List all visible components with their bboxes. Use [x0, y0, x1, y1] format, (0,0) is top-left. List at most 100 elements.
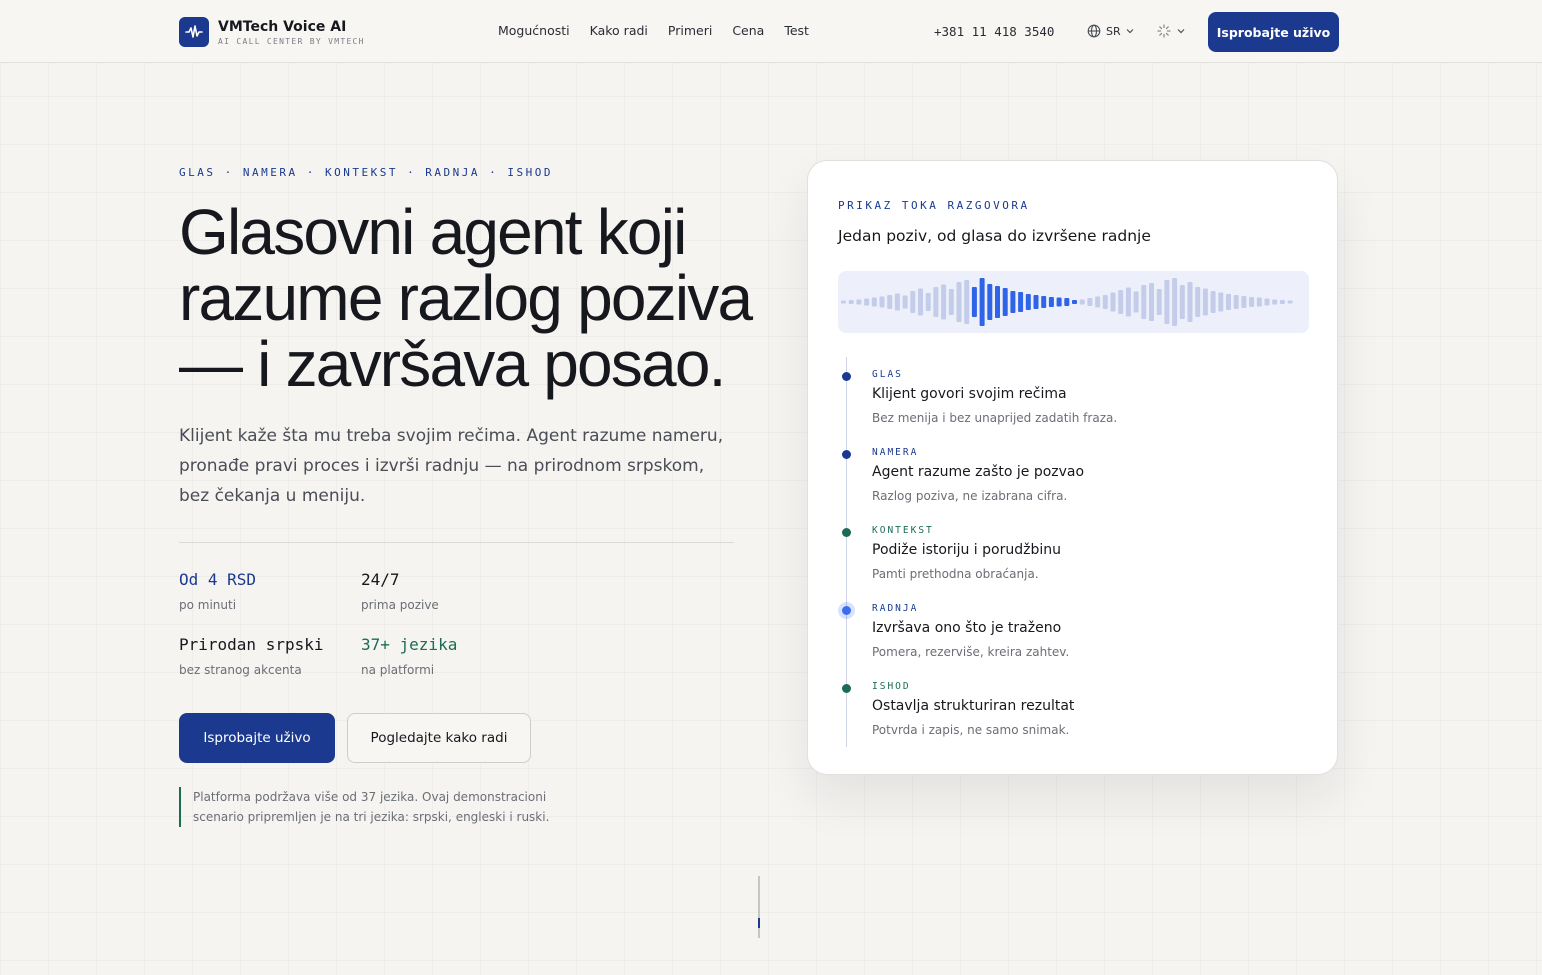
stat-language-quality: Prirodan srpski bez stranog akcenta — [179, 635, 324, 677]
loader-icon — [1157, 24, 1171, 38]
stat-value: Od 4 RSD — [179, 570, 257, 589]
waveform-bar — [1048, 297, 1054, 307]
waveform-bar — [910, 291, 916, 313]
see-how-it-works-button[interactable]: Pogledajte kako radi — [347, 713, 531, 763]
waveform-bar — [918, 288, 923, 316]
waveform-bar — [1249, 297, 1255, 307]
step-title: Izvršava ono što je traženo — [872, 620, 1062, 636]
waveform-bar — [1072, 300, 1077, 304]
waveform-bar — [925, 293, 931, 311]
waveform-bar — [1179, 285, 1185, 319]
waveform-bar — [1264, 298, 1270, 306]
waveform-bar — [1033, 295, 1039, 309]
waveform-bar — [1272, 299, 1278, 305]
waveform-bar — [1002, 288, 1008, 316]
waveform-bar — [1056, 297, 1062, 307]
waveform-bar — [1141, 285, 1147, 319]
waveform-bar — [948, 289, 954, 315]
step-description: Razlog poziva, ne izabrana cifra. — [872, 489, 1068, 503]
main-nav: Mogućnosti Kako radi Primeri Cena Test — [498, 23, 809, 38]
phone-number[interactable]: +381 11 418 3540 — [934, 24, 1054, 39]
stat-label: na platformi — [361, 663, 435, 677]
stat-price: Od 4 RSD po minuti — [179, 570, 256, 612]
waveform-bar — [1125, 287, 1131, 317]
timeline-dot — [842, 372, 851, 381]
hero-eyebrow: GLAS · NAMERA · KONTEKST · RADNJA · ISHO… — [179, 166, 554, 179]
site-header: VMTech Voice AI AI CALL CENTER BY VMTECH… — [0, 0, 1542, 63]
languages-note: Platforma podržava više od 37 jezika. Ov… — [179, 787, 559, 827]
globe-icon — [1087, 24, 1101, 38]
step-title: Ostavlja strukturiran rezultat — [872, 698, 1075, 714]
theme-selector[interactable] — [1157, 24, 1185, 38]
timeline-dot — [842, 528, 851, 537]
scroll-indicator — [758, 876, 760, 938]
hero-divider — [179, 542, 734, 543]
brand-subtitle: AI CALL CENTER BY VMTECH — [218, 37, 365, 46]
hero-title-line: — i završava posao. — [179, 328, 726, 400]
waveform-bar — [1202, 288, 1208, 316]
waveform-bar — [1172, 278, 1178, 326]
step-tag: RADNJA — [872, 603, 919, 614]
waveform-bar — [979, 278, 985, 326]
nav-link-cena[interactable]: Cena — [732, 23, 764, 38]
step-title: Klijent govori svojim rečima — [872, 386, 1067, 402]
waveform-bar — [856, 299, 862, 305]
scroll-indicator-thumb — [758, 918, 760, 928]
brand-name: VMTech Voice AI — [218, 19, 347, 35]
waveform-bar — [1118, 290, 1124, 314]
chevron-down-icon — [1177, 29, 1185, 34]
waveform-bar — [995, 286, 1000, 318]
timeline-dot-active — [842, 606, 851, 615]
waveform-bar — [964, 280, 970, 324]
conversation-flow-card: PRIKAZ TOKA RAZGOVORA Jedan poziv, od gl… — [807, 160, 1338, 775]
step-description: Pomera, rezerviše, kreira zahtev. — [872, 645, 1070, 659]
waveform-bar — [894, 293, 900, 311]
waveform-bar — [933, 287, 939, 317]
step-description: Pamti prethodna obraćanja. — [872, 567, 1039, 581]
waveform-bar — [987, 284, 993, 320]
try-live-button[interactable]: Isprobajte uživo — [179, 713, 335, 763]
waveform-bar — [1018, 292, 1024, 312]
language-selector[interactable]: SR — [1087, 24, 1134, 38]
step-tag: GLAS — [872, 369, 903, 380]
waveform-bar — [1149, 283, 1154, 321]
waveform-bar — [1226, 294, 1231, 310]
waveform-bar — [1041, 296, 1047, 308]
brand[interactable]: VMTech Voice AI AI CALL CENTER BY VMTECH — [218, 19, 365, 46]
nav-link-mogucnosti[interactable]: Mogućnosti — [498, 23, 570, 38]
nav-link-kako-radi[interactable]: Kako radi — [590, 23, 648, 38]
waveform-bar — [887, 295, 893, 309]
timeline-dot — [842, 450, 851, 459]
step-title: Podiže istoriju i porudžbinu — [872, 542, 1061, 558]
stat-value: 37+ jezika — [361, 635, 458, 654]
header-try-live-button[interactable]: Isprobajte uživo — [1208, 12, 1339, 52]
hero-title: Glasovni agent koji razume razlog poziva… — [179, 199, 779, 397]
waveform-bar — [1279, 300, 1285, 304]
waveform-bar — [1133, 291, 1139, 313]
waveform-bar — [1079, 299, 1085, 305]
waveform-bar — [1102, 295, 1108, 309]
waveform-bar — [879, 296, 885, 308]
stat-languages: 37+ jezika na platformi — [361, 635, 457, 677]
waveform-bar — [871, 297, 877, 307]
hero-title-line: razume razlog poziva — [179, 262, 753, 334]
waveform-bar — [1025, 294, 1031, 310]
waveform-bar — [1095, 296, 1101, 308]
waveform-graphic — [841, 278, 1293, 326]
stat-value: 24/7 — [361, 570, 400, 589]
waveform-bar — [1218, 292, 1224, 312]
stat-label: po minuti — [179, 598, 237, 612]
waveform-bar — [1087, 298, 1093, 306]
waveform-bar — [1241, 296, 1247, 308]
waveform-bar — [971, 287, 977, 317]
waveform-bar — [1256, 297, 1262, 307]
nav-link-primeri[interactable]: Primeri — [668, 23, 712, 38]
waveform-bar — [864, 298, 870, 306]
logo[interactable] — [179, 17, 209, 47]
nav-link-test[interactable]: Test — [784, 23, 809, 38]
card-eyebrow: PRIKAZ TOKA RAZGOVORA — [838, 199, 1030, 212]
stat-label: prima pozive — [361, 598, 439, 612]
waveform-bar — [1010, 291, 1016, 313]
chevron-down-icon — [1126, 29, 1134, 34]
waveform-bar — [1233, 295, 1239, 309]
